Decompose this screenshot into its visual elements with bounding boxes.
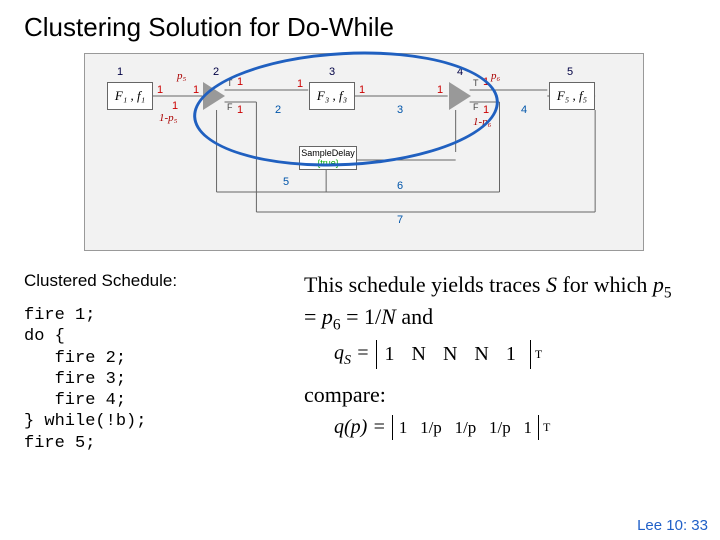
edge-2: 1 xyxy=(193,84,199,96)
switch-4 xyxy=(449,82,471,110)
node-num-3: 3 xyxy=(329,66,335,78)
exp-and: and xyxy=(396,304,433,329)
exp-eq2: = 1/ xyxy=(341,304,382,329)
exp-eq: = xyxy=(304,304,322,329)
exp-N: N xyxy=(381,304,396,329)
edge-lbl-7: 7 xyxy=(397,214,403,226)
edge-lbl-2: 2 xyxy=(275,104,281,116)
tf-2t: T xyxy=(227,78,233,88)
lower-row: Clustered Schedule: fire 1; do { fire 2;… xyxy=(24,267,696,454)
v2-2: 1/p xyxy=(420,418,442,437)
edge-9: 1 xyxy=(437,84,443,96)
actor-f5: F₅ , f₅ xyxy=(549,82,595,110)
eq-qS-q: q xyxy=(334,342,344,364)
edge-lbl-4: 4 xyxy=(521,104,527,116)
eq-qp-T: T xyxy=(543,420,550,435)
tf-4t: T xyxy=(473,78,479,88)
edge-1: 1 xyxy=(157,84,163,96)
edge-left1: 1 xyxy=(172,100,178,112)
node-num-2: 2 xyxy=(213,66,219,78)
v2-1: 1 xyxy=(399,418,408,437)
prob-1mp5: 1-p₅ xyxy=(159,112,178,124)
node-num-4: 4 xyxy=(457,66,463,78)
v2-4: 1/p xyxy=(489,418,511,437)
explain-line1: This schedule yields traces S for which … xyxy=(304,271,684,334)
actor-f3: F₃ , f₃ xyxy=(309,82,355,110)
sample-delay-label: SampleDelay xyxy=(300,148,356,158)
slide: Clustering Solution for Do-While xyxy=(0,0,720,540)
equation-qs: qS = 1 N N N 1T xyxy=(334,340,684,369)
exp-p6: p xyxy=(322,304,333,329)
exp-s5: 5 xyxy=(664,284,672,301)
exp-S: S xyxy=(546,272,557,297)
slide-footer: Lee 10: 33 xyxy=(637,517,708,534)
tf-4f: F xyxy=(473,102,479,112)
tf-2f: F xyxy=(227,102,233,112)
edge-4: 1 xyxy=(237,104,243,116)
equation-qp: q(p) = 1 1/p 1/p 1/p 1 T xyxy=(334,415,684,440)
compare-label: compare: xyxy=(304,381,684,409)
v2-3: 1/p xyxy=(455,418,477,437)
edge-10: 1 xyxy=(483,76,489,88)
sample-delay-true: {true} xyxy=(300,158,356,168)
node-num-5: 5 xyxy=(567,66,573,78)
eq-qp: q(p) xyxy=(334,416,367,438)
explanation-column: This schedule yields traces S for which … xyxy=(304,267,684,454)
v2-5: 1 xyxy=(524,418,533,437)
eq-qS-T: T xyxy=(535,347,542,362)
edge-lbl-6: 6 xyxy=(397,180,403,192)
eq-qS-sub: S xyxy=(344,353,351,368)
sample-delay-box: SampleDelay {true} xyxy=(299,146,357,170)
edge-lbl-3: 3 xyxy=(397,104,403,116)
actor-f1: F₁ , f₁ xyxy=(107,82,153,110)
exp-t1: This schedule yields traces xyxy=(304,272,546,297)
eq-qp-vec: 1 1/p 1/p 1/p 1 xyxy=(392,415,539,440)
schedule-heading: Clustered Schedule: xyxy=(24,271,284,291)
exp-s6: 6 xyxy=(333,316,341,333)
prob-p6: p₆ xyxy=(491,70,500,82)
slide-title: Clustering Solution for Do-While xyxy=(24,12,696,43)
schedule-column: Clustered Schedule: fire 1; do { fire 2;… xyxy=(24,267,284,454)
edge-lbl-5: 5 xyxy=(283,176,289,188)
edge-11: 1 xyxy=(483,104,489,116)
prob-p5: p₅ xyxy=(177,70,186,82)
node-num-1: 1 xyxy=(117,66,123,78)
schedule-code: fire 1; do { fire 2; fire 3; fire 4; } w… xyxy=(24,305,284,454)
edge-5: 1 xyxy=(297,78,303,90)
exp-t2: for which xyxy=(557,272,653,297)
prob-1mp6: 1-p₆ xyxy=(473,116,492,128)
edge-7: 1 xyxy=(359,84,365,96)
switch-2 xyxy=(203,82,225,110)
edge-3: 1 xyxy=(237,76,243,88)
diagram: 1 2 3 4 5 F₁ , f₁ T F F₃ , f₃ T F F₅ , f… xyxy=(97,62,631,232)
eq-qS-vec: 1 N N N 1 xyxy=(376,340,531,369)
diagram-container: 1 2 3 4 5 F₁ , f₁ T F F₃ , f₃ T F F₅ , f… xyxy=(84,53,644,251)
exp-p5: p xyxy=(653,272,664,297)
